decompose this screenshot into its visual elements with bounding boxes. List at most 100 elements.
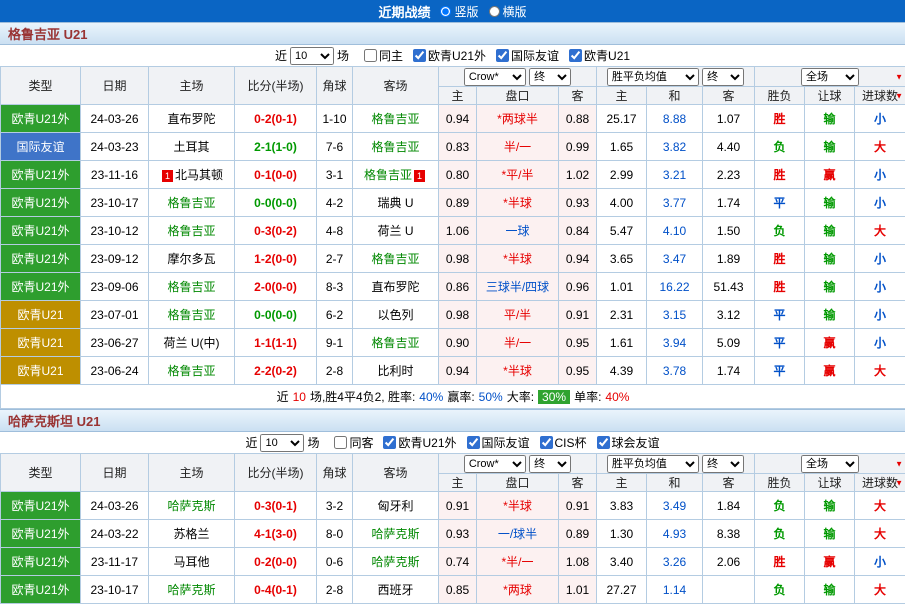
handicap-odds-home: 0.93 <box>439 520 477 548</box>
avg-odds-away <box>703 576 755 604</box>
filter-checkbox[interactable] <box>383 436 396 449</box>
filter-checkbox[interactable] <box>597 436 610 449</box>
filter-checkbox[interactable] <box>467 436 480 449</box>
avg-odds-draw: 3.15 <box>647 301 703 329</box>
avg-odds-home: 2.31 <box>597 301 647 329</box>
result-handicap: 输 <box>805 245 855 273</box>
team-name: 格鲁吉亚 <box>371 336 419 350</box>
match-type: 欧青U21 <box>1 329 81 357</box>
handicap-odds-home: 1.06 <box>439 217 477 245</box>
collapse-arrow-icon[interactable]: ▼ <box>895 459 903 468</box>
match-type: 欧青U21外 <box>1 576 81 604</box>
result-wdl: 负 <box>755 133 805 161</box>
filter-checkbox-option[interactable]: 球会友谊 <box>597 434 660 451</box>
filter-checkbox[interactable] <box>413 49 426 62</box>
avg-odds-select[interactable]: 胜平负均值 <box>607 68 699 86</box>
results-group: 全场 ▼ <box>755 454 905 474</box>
matches-table: 类型 日期 主场 比分(半场) 角球 客场 Crow* 终 胜平负均值 终 全场… <box>0 453 905 604</box>
bookmaker-select[interactable]: Crow* <box>464 455 526 473</box>
scope-select[interactable]: 全场 <box>801 455 859 473</box>
collapse-arrow-icon[interactable]: ▼ <box>895 72 903 81</box>
bookmaker-select[interactable]: Crow* <box>464 68 526 86</box>
view-mode-radio[interactable] <box>489 6 500 17</box>
avg-odds-draw: 4.10 <box>647 217 703 245</box>
result-goals: 小 <box>855 161 905 189</box>
handicap-odds-home: 0.98 <box>439 245 477 273</box>
match-date: 24-03-26 <box>81 105 149 133</box>
avg-odds-away: 1.74 <box>703 189 755 217</box>
filter-checkbox-option[interactable]: 欧青U21外 <box>383 434 456 451</box>
col-header-type: 类型 <box>1 67 81 105</box>
filter-checkbox[interactable] <box>334 436 347 449</box>
match-score: 2-2(0-2) <box>235 357 317 385</box>
match-type: 欧青U21外 <box>1 189 81 217</box>
handicap-line: *半球 <box>477 492 559 520</box>
view-mode-option[interactable]: 竖版 <box>440 3 478 20</box>
final-odds-select[interactable]: 终 <box>529 68 571 86</box>
filter-checkbox[interactable] <box>540 436 553 449</box>
avg-odds-home: 25.17 <box>597 105 647 133</box>
filter-bar: 近 10 场 同客欧青U21外国际友谊CIS杯球会友谊 <box>0 432 905 453</box>
filter-checkbox[interactable] <box>569 49 582 62</box>
filter-checkbox-option[interactable]: 国际友谊 <box>467 434 530 451</box>
result-goals: 小 <box>855 245 905 273</box>
corner-score: 4-2 <box>317 189 353 217</box>
away-team: 西班牙 <box>353 576 439 604</box>
col-header-avg-home: 主 <box>597 474 647 492</box>
final-odds-select[interactable]: 终 <box>529 455 571 473</box>
result-wdl: 平 <box>755 189 805 217</box>
filter-checkbox-option[interactable]: 同主 <box>364 47 403 64</box>
corner-score: 8-3 <box>317 273 353 301</box>
filter-checkbox-option[interactable]: 同客 <box>334 434 373 451</box>
handicap-odds-away: 1.02 <box>559 161 597 189</box>
avg-odds-select[interactable]: 胜平负均值 <box>607 455 699 473</box>
scope-select[interactable]: 全场 <box>801 68 859 86</box>
filter-checkbox-option[interactable]: 欧青U21 <box>569 47 630 64</box>
view-mode-radio[interactable] <box>440 6 451 17</box>
summary-text: 近 <box>277 390 289 404</box>
col-header-away: 客场 <box>353 67 439 105</box>
match-row: 欧青U21外23-11-161北马其顿0-1(0-0)3-1格鲁吉亚10.80*… <box>1 161 905 189</box>
match-row: 欧青U2123-06-27荷兰 U(中)1-1(1-1)9-1格鲁吉亚0.90半… <box>1 329 905 357</box>
filter-checkbox-option[interactable]: 国际友谊 <box>496 47 559 64</box>
match-date: 23-10-17 <box>81 576 149 604</box>
filter-checkbox-label: 欧青U21外 <box>428 47 486 64</box>
handicap-line: 平/半 <box>477 301 559 329</box>
collapse-arrow-icon[interactable]: ▼ <box>895 478 903 487</box>
filter-checkbox-group: 同主 欧青U21外国际友谊欧青U21 <box>364 47 630 64</box>
filter-checkbox[interactable] <box>364 49 377 62</box>
col-header-date: 日期 <box>81 454 149 492</box>
recent-count-select[interactable]: 10 <box>290 47 334 65</box>
avg-odds-draw: 1.14 <box>647 576 703 604</box>
col-header-goals-label: 进球数 <box>862 89 898 103</box>
team-section-header: 格鲁吉亚 U21 <box>0 22 905 45</box>
match-date: 23-09-12 <box>81 245 149 273</box>
away-team: 瑞典 U <box>353 189 439 217</box>
result-goals: 大 <box>855 133 905 161</box>
collapse-arrow-icon[interactable]: ▼ <box>895 91 903 100</box>
avg-odds-draw: 8.88 <box>647 105 703 133</box>
col-header-avg-draw: 和 <box>647 474 703 492</box>
result-wdl: 平 <box>755 329 805 357</box>
final-avg-select[interactable]: 终 <box>702 455 744 473</box>
col-header-corner: 角球 <box>317 67 353 105</box>
final-avg-select[interactable]: 终 <box>702 68 744 86</box>
recent-count-select[interactable]: 10 <box>260 434 304 452</box>
result-goals: 大 <box>855 357 905 385</box>
handicap-line: 半/一 <box>477 133 559 161</box>
col-header-odds-home: 主 <box>439 474 477 492</box>
filter-checkbox-option[interactable]: 欧青U21外 <box>413 47 486 64</box>
col-header-score: 比分(半场) <box>235 454 317 492</box>
filter-checkbox-option[interactable]: CIS杯 <box>540 434 587 451</box>
result-handicap: 输 <box>805 301 855 329</box>
avg-odds-away: 1.74 <box>703 357 755 385</box>
team-name: 格鲁吉亚 <box>167 364 215 378</box>
avg-odds-home: 3.65 <box>597 245 647 273</box>
corner-score: 1-10 <box>317 105 353 133</box>
team-section-header: 哈萨克斯坦 U21 <box>0 409 905 432</box>
filter-checkbox[interactable] <box>496 49 509 62</box>
handicap-odds-home: 0.86 <box>439 273 477 301</box>
view-mode-option[interactable]: 横版 <box>489 3 527 20</box>
team-name: 格鲁吉亚 <box>371 252 419 266</box>
avg-odds-away: 2.06 <box>703 548 755 576</box>
